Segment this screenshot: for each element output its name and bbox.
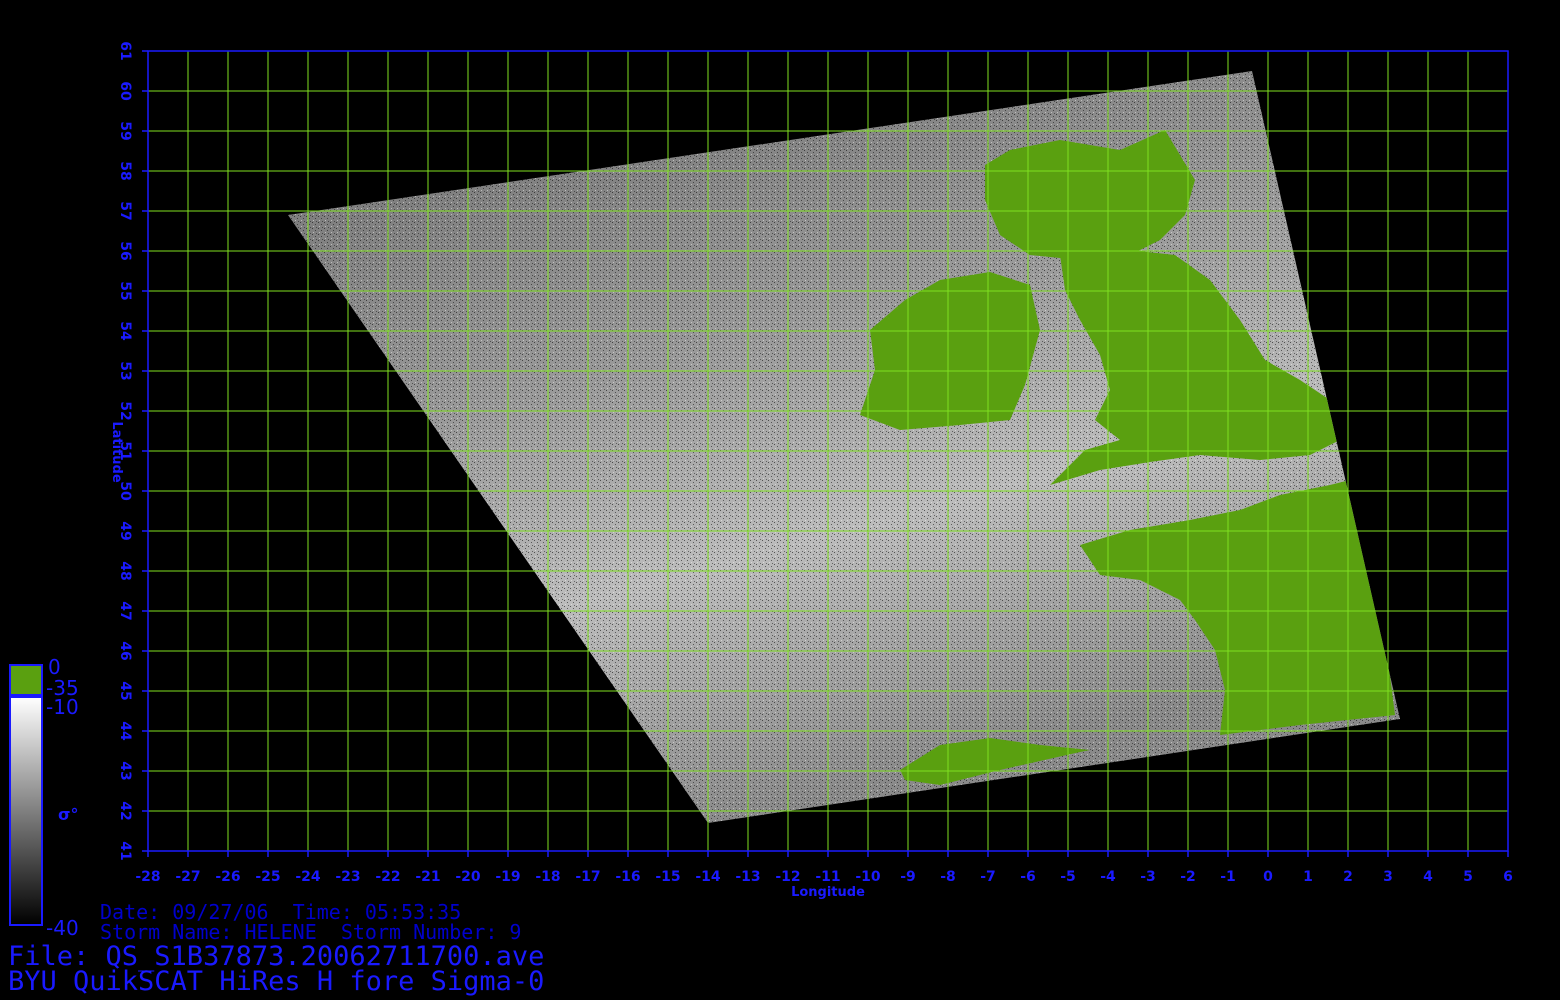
lat-tick-label: 44 <box>117 721 133 741</box>
lon-tick-label: -4 <box>1100 869 1116 885</box>
storm-info-line: Storm Name: HELENE Storm Number: 9 <box>100 920 522 944</box>
colorbar-label-bottom: -40 <box>46 916 79 940</box>
lon-tick-label: -17 <box>575 869 600 885</box>
colorbar-label-upper: -10 <box>46 695 79 719</box>
lon-tick-label: 4 <box>1423 869 1433 885</box>
lat-tick-label: 45 <box>117 681 133 700</box>
lon-tick-label: -24 <box>295 869 321 885</box>
lon-tick-label: -25 <box>255 869 280 885</box>
lon-tick-label: -12 <box>775 869 800 885</box>
lat-lon-grid <box>147 50 1509 852</box>
lon-tick-label: -9 <box>900 869 916 885</box>
lat-tick-label: 54 <box>117 321 133 341</box>
y-axis-title: Latitude <box>109 421 124 483</box>
lat-tick-label: 57 <box>117 201 133 220</box>
lon-tick-label: -16 <box>615 869 640 885</box>
lat-tick-label: 55 <box>117 281 133 300</box>
lat-tick-label: 56 <box>117 241 133 260</box>
x-axis-title: Longitude <box>791 885 865 900</box>
lat-tick-label: 53 <box>117 361 133 380</box>
lon-tick-label: -5 <box>1060 869 1076 885</box>
lat-tick-label: 42 <box>117 801 133 820</box>
lon-tick-label: -22 <box>375 869 400 885</box>
lon-tick-label: 5 <box>1463 869 1473 885</box>
lon-tick-label: -18 <box>535 869 560 885</box>
lon-tick-label: -6 <box>1020 869 1036 885</box>
lon-tick-label: -10 <box>855 869 881 885</box>
lat-tick-label: 47 <box>117 601 133 620</box>
lat-tick-label: 41 <box>117 841 133 860</box>
lon-tick-label: -7 <box>980 869 996 885</box>
lon-tick-label: -20 <box>455 869 481 885</box>
lat-tick-label: 52 <box>117 401 133 420</box>
lon-tick-label: 1 <box>1303 869 1313 885</box>
lat-tick-label: 48 <box>117 561 133 580</box>
lon-tick-label: -13 <box>735 869 760 885</box>
lon-tick-label: -1 <box>1220 869 1236 885</box>
lon-tick-label: -23 <box>335 869 360 885</box>
lon-tick-label: -26 <box>215 869 240 885</box>
lon-tick-label: 0 <box>1263 869 1273 885</box>
lon-tick-label: -21 <box>415 869 440 885</box>
lon-tick-label: 6 <box>1503 869 1513 885</box>
lat-tick-label: 59 <box>117 121 133 140</box>
colorbar-symbol: σ° <box>58 805 78 824</box>
lat-tick-label: 46 <box>117 641 133 660</box>
lon-tick-label: -27 <box>175 869 200 885</box>
lat-tick-label: 43 <box>117 761 133 780</box>
lon-tick-label: -3 <box>1140 869 1156 885</box>
lat-tick-label: 60 <box>117 81 133 101</box>
lat-tick-label: 49 <box>117 521 133 540</box>
map-figure: -28 -27 -26 -25 -24 -23 -22 -21 -20 -19 -18 -17 -16-… <box>9 41 1513 926</box>
lon-tick-label: 3 <box>1383 869 1393 885</box>
colorbar-gradient <box>9 696 43 926</box>
lat-tick-label: 61 <box>117 41 133 60</box>
date-time-line: Date: 09/27/06 Time: 05:53:35 <box>100 900 462 924</box>
lon-tick-label: -11 <box>815 869 840 885</box>
lon-tick-label: -14 <box>695 869 721 885</box>
longitude-tick-labels: -28 -27 -26 -25 -24 -23 -22 -21 -20 -19 -18 -17 -16-… <box>135 851 1513 885</box>
colorbar-land-swatch <box>9 664 43 696</box>
lon-tick-label: -28 <box>135 869 160 885</box>
lon-tick-label: -2 <box>1180 869 1196 885</box>
product-line: BYU QuikSCAT HiRes H fore Sigma-0 <box>8 966 545 997</box>
lat-tick-label: 50 <box>117 481 133 501</box>
lon-tick-label: 2 <box>1343 869 1353 885</box>
lat-tick-label: 58 <box>117 161 133 180</box>
lon-tick-label: -15 <box>655 869 680 885</box>
lon-tick-label: -8 <box>940 869 956 885</box>
lon-tick-label: -19 <box>495 869 520 885</box>
